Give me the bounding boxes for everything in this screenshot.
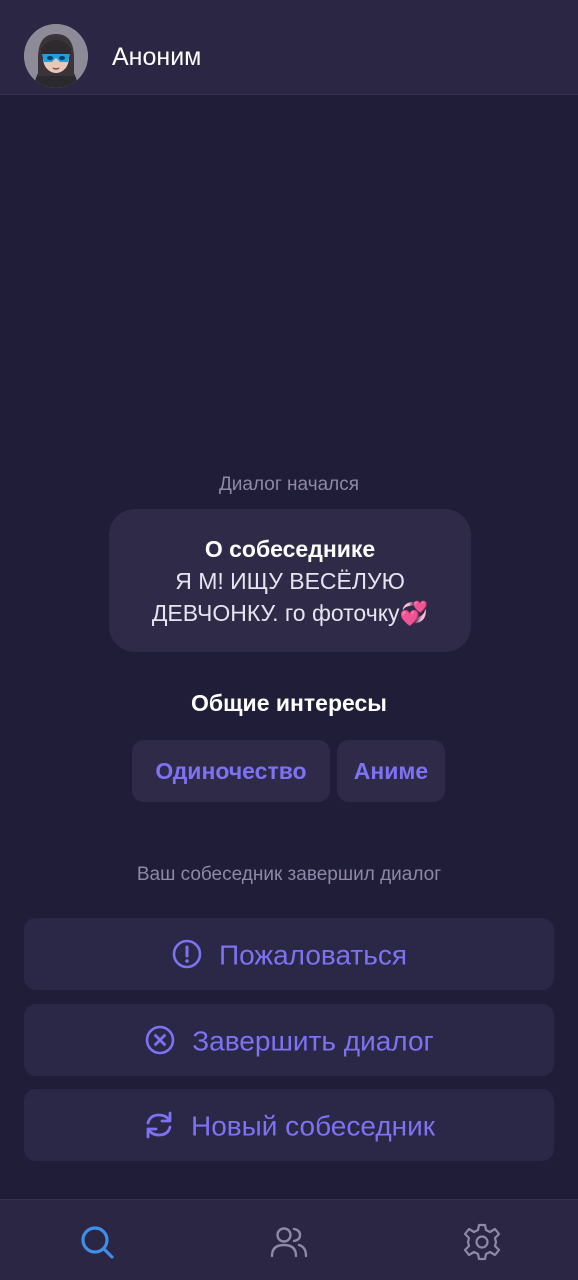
about-title: О собеседнике [204, 536, 376, 562]
dialog-ended-text: Ваш собеседник завершил диалог [136, 864, 442, 885]
avatar[interactable] [24, 24, 88, 88]
end-dialog-button-label: Завершить диалог [192, 1025, 434, 1057]
tab-bar [0, 1199, 578, 1280]
about-text: Я М! ИЩУ ВЕСЁЛУЮ ДЕВЧОНКУ. го фоточку💞 [151, 568, 429, 626]
search-icon [81, 1226, 114, 1259]
new-partner-button-label: Новый собеседник [190, 1110, 436, 1142]
header: Аноним [0, 0, 578, 95]
tab-contacts[interactable] [269, 1222, 309, 1262]
new-partner-button[interactable]: Новый собеседник [24, 1089, 554, 1161]
about-card: О собеседнике Я М! ИЩУ ВЕСЁЛУЮ ДЕВЧОНКУ.… [109, 509, 471, 652]
report-button[interactable]: Пожаловаться [24, 918, 554, 990]
refresh-icon [146, 1111, 172, 1139]
interest-chip: Аниме [337, 740, 445, 802]
app-screen: Аноним Диалог начался О собеседнике Я М!… [0, 0, 578, 1280]
end-dialog-button[interactable]: Завершить диалог [24, 1004, 554, 1076]
report-button-label: Пожаловаться [218, 939, 407, 971]
exclamation-circle-icon [172, 939, 202, 968]
dialog-started-text: Диалог начался [218, 474, 360, 495]
masked-girl-avatar-icon [24, 24, 88, 88]
tab-settings[interactable] [462, 1222, 502, 1262]
interest-chip: Одиночество [132, 740, 330, 802]
x-circle-icon [145, 1025, 175, 1054]
gear-icon [463, 1223, 501, 1261]
interests-title: Общие интересы [191, 690, 387, 716]
username: Аноним [112, 43, 202, 71]
users-icon [270, 1227, 308, 1258]
tab-search[interactable] [77, 1222, 117, 1262]
